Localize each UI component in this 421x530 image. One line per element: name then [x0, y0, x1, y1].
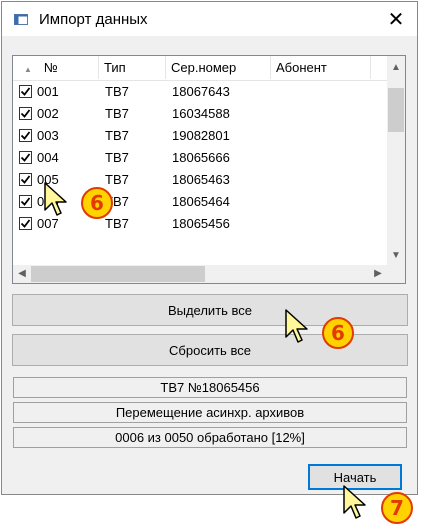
table-row[interactable]: 001 ТВ7 18067643	[13, 81, 387, 103]
status-device: ТВ7 №18065456	[13, 377, 407, 398]
row-checkbox[interactable]	[19, 195, 32, 208]
cell-number: 001	[37, 84, 59, 99]
step-marker: 7	[381, 492, 413, 524]
column-header-subscriber[interactable]: Абонент	[271, 56, 371, 79]
close-button[interactable]: ✕	[375, 2, 417, 36]
device-list[interactable]: ▲ № Тип Сер.номер Абонент 001 ТВ7 18067643 0…	[12, 55, 406, 284]
cell-serial: 18065456	[172, 216, 230, 231]
horizontal-scrollbar[interactable]: ◀ ▶	[13, 265, 387, 283]
cell-serial: 16034588	[172, 106, 230, 121]
cell-type: ТВ7	[105, 216, 129, 231]
app-window-icon	[14, 14, 28, 25]
step-marker: 6	[322, 317, 354, 349]
column-header-number[interactable]: ▲ №	[13, 56, 99, 79]
mouse-pointer-icon	[343, 485, 366, 519]
status-progress: 0006 из 0050 обработано [12%]	[13, 427, 407, 448]
vertical-scrollbar[interactable]: ▲ ▼	[387, 56, 405, 266]
title-bar: Импорт данных ✕	[2, 2, 417, 36]
cell-type: ТВ7	[105, 106, 129, 121]
row-checkbox[interactable]	[19, 129, 32, 142]
scroll-right-icon[interactable]: ▶	[369, 265, 387, 283]
status-operation: Перемещение асинхр. архивов	[13, 402, 407, 423]
cell-serial: 19082801	[172, 128, 230, 143]
horizontal-scroll-thumb[interactable]	[31, 266, 205, 282]
checkmark-icon	[20, 219, 31, 228]
checkmark-icon	[20, 87, 31, 96]
cell-number: 002	[37, 106, 59, 121]
table-row[interactable]: 002 ТВ7 16034588	[13, 103, 387, 125]
scroll-left-icon[interactable]: ◀	[13, 265, 31, 283]
cell-type: ТВ7	[105, 172, 129, 187]
cell-serial: 18065666	[172, 150, 230, 165]
cell-serial: 18065463	[172, 172, 230, 187]
cell-type: ТВ7	[105, 84, 129, 99]
checkmark-icon	[20, 153, 31, 162]
vertical-scroll-thumb[interactable]	[388, 88, 404, 132]
checkmark-icon	[20, 197, 31, 206]
column-header-serial[interactable]: Сер.номер	[166, 56, 271, 79]
list-rows: 001 ТВ7 18067643 002 ТВ7 16034588 003 ТВ7 190828…	[13, 81, 387, 235]
table-row[interactable]: 005 ТВ7 18065463	[13, 169, 387, 191]
scroll-down-icon[interactable]: ▼	[387, 246, 405, 266]
scrollbar-corner	[387, 265, 405, 283]
table-row[interactable]: 003 ТВ7 19082801	[13, 125, 387, 147]
cell-number: 003	[37, 128, 59, 143]
row-checkbox[interactable]	[19, 85, 32, 98]
cell-serial: 18065464	[172, 194, 230, 209]
cell-type: ТВ7	[105, 128, 129, 143]
import-data-dialog: Импорт данных ✕ ▲ № Тип Сер.номер Абонент…	[1, 1, 418, 495]
cell-serial: 18067643	[172, 84, 230, 99]
cell-type: ТВ7	[105, 150, 129, 165]
table-row[interactable]: 007 ТВ7 18065456	[13, 213, 387, 235]
row-checkbox[interactable]	[19, 217, 32, 230]
step-marker: 6	[81, 187, 113, 219]
column-header-type[interactable]: Тип	[99, 56, 166, 79]
mouse-pointer-icon	[285, 309, 308, 343]
checkmark-icon	[20, 109, 31, 118]
list-header: ▲ № Тип Сер.номер Абонент	[13, 56, 387, 81]
table-row[interactable]: 006ТВ718065464	[13, 191, 387, 213]
mouse-pointer-icon	[44, 182, 67, 216]
sort-arrow-icon: ▲	[24, 65, 32, 74]
checkmark-icon	[20, 131, 31, 140]
cell-number: 004	[37, 150, 59, 165]
table-row[interactable]: 004 ТВ7 18065666	[13, 147, 387, 169]
row-checkbox[interactable]	[19, 151, 32, 164]
checkmark-icon	[20, 175, 31, 184]
row-checkbox[interactable]	[19, 107, 32, 120]
row-checkbox[interactable]	[19, 173, 32, 186]
window-title: Импорт данных	[39, 11, 148, 28]
scroll-up-icon[interactable]: ▲	[387, 56, 405, 80]
close-icon: ✕	[387, 8, 405, 31]
